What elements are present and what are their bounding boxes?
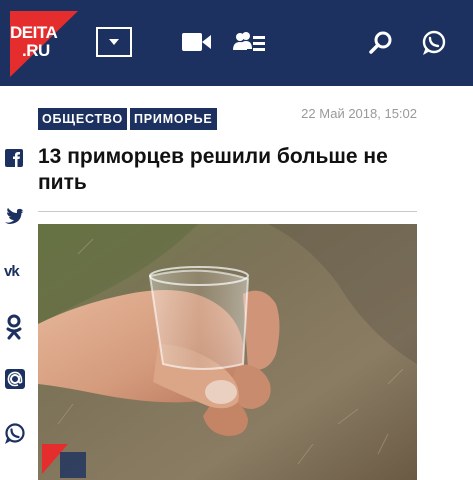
vk-icon[interactable]: vk [4,263,20,280]
photo-hand-holding-shot-glass [38,224,417,480]
whatsapp-icon[interactable] [421,30,447,56]
logo-line-1: DEITA [10,23,58,42]
site-header: DEITA .RU [0,0,473,86]
divider [38,211,417,212]
tag-society[interactable]: ОБЩЕСТВО [38,108,127,130]
people-list-icon[interactable] [232,30,266,54]
whatsapp-share-icon[interactable] [4,423,26,445]
search-icon[interactable] [369,31,393,55]
odnoklassniki-icon[interactable] [4,314,24,340]
facebook-icon[interactable] [4,148,24,168]
category-tags: ОБЩЕСТВО ПРИМОРЬЕ [38,108,220,130]
twitter-icon[interactable] [4,208,24,226]
video-camera-icon[interactable] [182,31,212,53]
email-icon[interactable] [4,368,26,390]
menu-dropdown-button[interactable] [96,27,132,57]
tag-primorye[interactable]: ПРИМОРЬЕ [129,108,217,130]
chevron-down-icon [109,39,119,45]
logo-text[interactable]: DEITA .RU [10,23,58,60]
article-photo [38,224,417,480]
publish-date: 22 Май 2018, 15:02 [301,106,417,121]
article-title: 13 приморцев решили больше не пить [38,145,388,194]
logo-line-2: .RU [22,41,50,60]
